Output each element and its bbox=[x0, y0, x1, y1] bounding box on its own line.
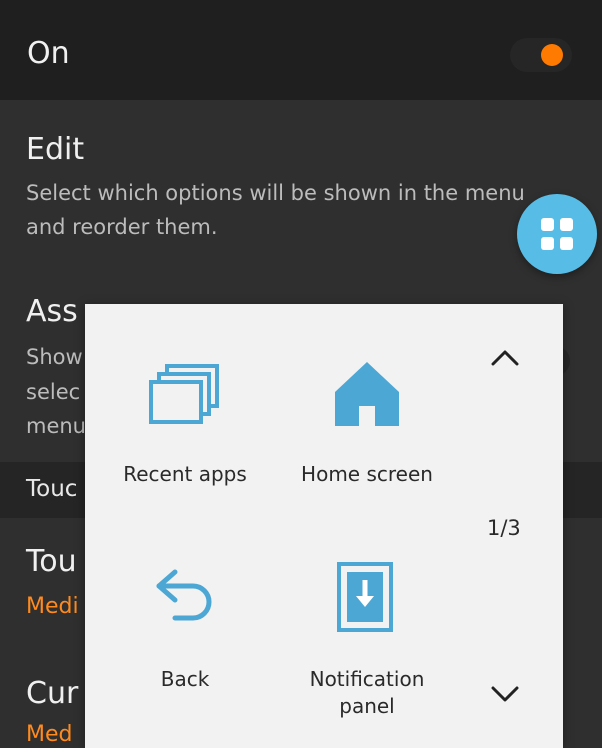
cursor-speed-title: Cur bbox=[26, 676, 79, 711]
edit-description: Select which options will be shown in th… bbox=[26, 181, 525, 239]
switch-thumb bbox=[541, 44, 563, 66]
home-screen-button[interactable]: Home screen bbox=[287, 354, 447, 514]
notification-panel-button[interactable]: Notification panel bbox=[287, 558, 447, 728]
recent-apps-button[interactable]: Recent apps bbox=[105, 354, 265, 504]
chevron-down-icon[interactable] bbox=[485, 680, 525, 710]
section-header-label: Touc bbox=[26, 476, 78, 502]
recent-apps-label: Recent apps bbox=[123, 462, 247, 486]
master-toggle-row[interactable]: On bbox=[0, 0, 602, 100]
back-icon bbox=[156, 569, 212, 621]
touchpad-size-title: Tou bbox=[26, 544, 77, 579]
recent-apps-icon bbox=[149, 364, 219, 424]
notification-panel-label: Notification panel bbox=[309, 667, 425, 718]
notification-panel-icon bbox=[337, 562, 393, 632]
back-button[interactable]: Back bbox=[105, 558, 265, 698]
touchpad-size-value: Medi bbox=[26, 594, 79, 619]
cursor-speed-value: Med bbox=[26, 722, 73, 747]
home-icon bbox=[335, 362, 399, 426]
chevron-up-icon[interactable] bbox=[485, 342, 525, 372]
home-screen-label: Home screen bbox=[301, 462, 433, 486]
assistant-menu-button[interactable] bbox=[517, 194, 597, 274]
assistant-plus-title: Ass bbox=[26, 294, 78, 329]
edit-title: Edit bbox=[26, 132, 85, 167]
page-indicator: 1/3 bbox=[487, 516, 521, 540]
assistant-menu-panel: Recent apps Home screen Back Notificatio… bbox=[85, 304, 563, 748]
back-label: Back bbox=[160, 667, 210, 691]
master-toggle-label: On bbox=[27, 36, 70, 71]
